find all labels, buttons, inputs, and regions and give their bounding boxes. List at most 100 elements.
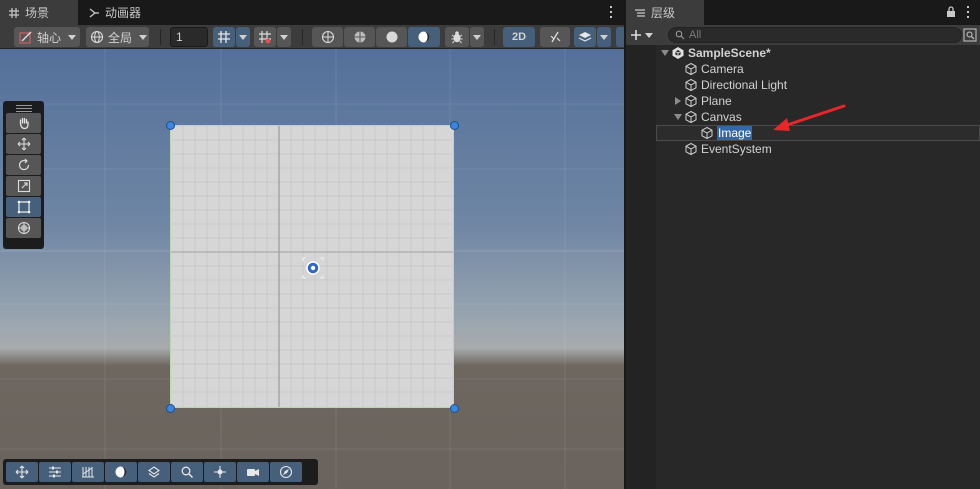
mode-2d-label: 2D xyxy=(511,31,527,43)
hierarchy-toolbar: All xyxy=(626,25,980,45)
move-arrows-icon xyxy=(15,465,29,479)
overlay-layers-button[interactable] xyxy=(138,462,170,482)
rotate-tool-button[interactable] xyxy=(6,155,41,175)
toolbar-separator xyxy=(494,29,495,45)
global-label: 全局 xyxy=(108,30,133,45)
scene-effects-toggle[interactable] xyxy=(574,27,596,47)
rect-handle-bottom-right[interactable] xyxy=(450,404,459,413)
hierarchy-item-label: SampleScene* xyxy=(688,46,771,60)
rect-handle-top-right[interactable] xyxy=(450,121,459,130)
create-dropdown[interactable] xyxy=(630,27,660,43)
lighting-sphere-icon xyxy=(418,31,430,43)
scale-tool-button[interactable] xyxy=(6,176,41,196)
tab-scene-label: 场景 xyxy=(25,6,50,20)
hierarchy-item-plane[interactable]: Plane xyxy=(656,93,980,109)
hierarchy-scene-row[interactable]: SampleScene* xyxy=(656,45,980,61)
snap-options-dropdown[interactable] xyxy=(277,27,291,47)
cube-icon xyxy=(701,126,713,140)
scene-search-icon[interactable] xyxy=(963,28,977,42)
grid-size-field[interactable]: 1 xyxy=(170,27,208,47)
grid-size-value: 1 xyxy=(176,30,183,44)
search-icon xyxy=(675,30,685,40)
tab-hierarchy[interactable]: 层级 xyxy=(626,0,704,25)
tab-animator[interactable]: 动画器 xyxy=(80,0,149,25)
panel-divider[interactable] xyxy=(624,0,626,489)
hierarchy-item-eventsystem[interactable]: EventSystem xyxy=(656,141,980,157)
hierarchy-menu-icon[interactable] xyxy=(966,6,970,18)
tab-hierarchy-label: 层级 xyxy=(651,6,676,20)
pivot-gizmo-icon[interactable] xyxy=(300,255,326,281)
draw-mode-wireframe-button[interactable] xyxy=(312,27,343,47)
lighting-sphere-icon xyxy=(115,466,127,478)
expanded-arrow-icon[interactable] xyxy=(659,47,671,59)
gizmos-dropdown[interactable] xyxy=(470,27,484,47)
draw-mode-shaded-wireframe-button[interactable] xyxy=(344,27,375,47)
layers-diamond-icon xyxy=(148,466,160,478)
rect-handle-top-left[interactable] xyxy=(166,121,175,130)
rect-transform-icon xyxy=(17,200,30,214)
gizmos-toggle[interactable] xyxy=(445,27,469,47)
overlay-camera-button[interactable] xyxy=(237,462,269,482)
hierarchy-window: 层级 All SampleScene* Camera Directional L… xyxy=(626,0,980,489)
chevron-down-icon xyxy=(280,34,288,40)
chevron-down-icon xyxy=(139,34,148,40)
hierarchy-item-label: Image xyxy=(717,126,753,140)
chevron-down-icon xyxy=(473,34,481,40)
scene-visibility-toggle[interactable] xyxy=(616,27,624,47)
grid-options-dropdown[interactable] xyxy=(236,27,250,47)
pivot-dropdown[interactable]: 轴心 xyxy=(14,27,80,47)
hierarchy-item-label: Camera xyxy=(701,62,744,76)
hierarchy-item-directional-light[interactable]: Directional Light xyxy=(656,77,980,93)
overlay-navigation-button[interactable] xyxy=(270,462,302,482)
cube-icon xyxy=(685,110,697,124)
light-off-icon xyxy=(550,31,561,43)
rotate-icon xyxy=(18,158,29,171)
scale-icon xyxy=(17,179,30,193)
overlay-lighting-button[interactable] xyxy=(105,462,137,482)
hierarchy-item-label: Plane xyxy=(701,94,732,108)
move-tool-button[interactable] xyxy=(6,134,41,154)
global-dropdown[interactable]: 全局 xyxy=(86,27,149,47)
cube-icon xyxy=(685,62,697,76)
pivot-icon xyxy=(19,31,32,44)
hierarchy-item-label: Directional Light xyxy=(701,78,788,92)
globe-icon xyxy=(90,30,104,44)
search-input[interactable]: All xyxy=(668,27,962,43)
lock-icon[interactable] xyxy=(946,6,956,18)
overlay-pivot-button[interactable] xyxy=(204,462,236,482)
draw-mode-shaded-button[interactable] xyxy=(376,27,407,47)
overlay-grid-button[interactable] xyxy=(72,462,104,482)
rect-handle-bottom-left[interactable] xyxy=(166,404,175,413)
hierarchy-item-camera[interactable]: Camera xyxy=(656,61,980,77)
scene-effects-dropdown[interactable] xyxy=(597,27,611,47)
hand-tool-button[interactable] xyxy=(6,113,41,133)
increment-snap-toggle[interactable] xyxy=(254,27,276,47)
shaded-wireframe-sphere-icon xyxy=(354,31,365,43)
grid-visibility-toggle[interactable] xyxy=(213,27,235,47)
plus-icon xyxy=(631,30,641,40)
hierarchy-item-image[interactable]: Image xyxy=(656,125,980,141)
hierarchy-item-label: Canvas xyxy=(701,110,742,124)
expanded-arrow-icon[interactable] xyxy=(672,111,684,123)
hierarchy-item-canvas[interactable]: Canvas xyxy=(656,109,980,125)
overlay-align-button[interactable] xyxy=(39,462,71,482)
grid-snap-icon xyxy=(218,31,230,43)
overlay-search-button[interactable] xyxy=(171,462,203,482)
animator-connect-icon xyxy=(89,7,99,18)
tab-animator-label: 动画器 xyxy=(105,6,142,20)
toolbar-separator xyxy=(302,29,303,45)
scene-view[interactable] xyxy=(0,49,624,489)
draw-mode-unlit-button[interactable] xyxy=(408,27,440,47)
hierarchy-tree: SampleScene* Camera Directional Light Pl… xyxy=(626,45,980,489)
overlay-move-button[interactable] xyxy=(6,462,38,482)
lighting-toggle[interactable] xyxy=(540,27,570,47)
tab-scene[interactable]: 场景 xyxy=(0,0,78,25)
scene-tabbar: 场景 动画器 xyxy=(0,0,624,25)
chevron-down-icon xyxy=(239,34,247,40)
mode-2d-toggle[interactable]: 2D xyxy=(503,27,535,47)
palette-grip-icon[interactable] xyxy=(6,104,41,112)
transform-tool-button[interactable] xyxy=(6,218,41,238)
collapsed-arrow-icon[interactable] xyxy=(672,95,684,107)
rect-tool-button[interactable] xyxy=(6,197,41,217)
scene-menu-icon[interactable] xyxy=(609,6,613,18)
